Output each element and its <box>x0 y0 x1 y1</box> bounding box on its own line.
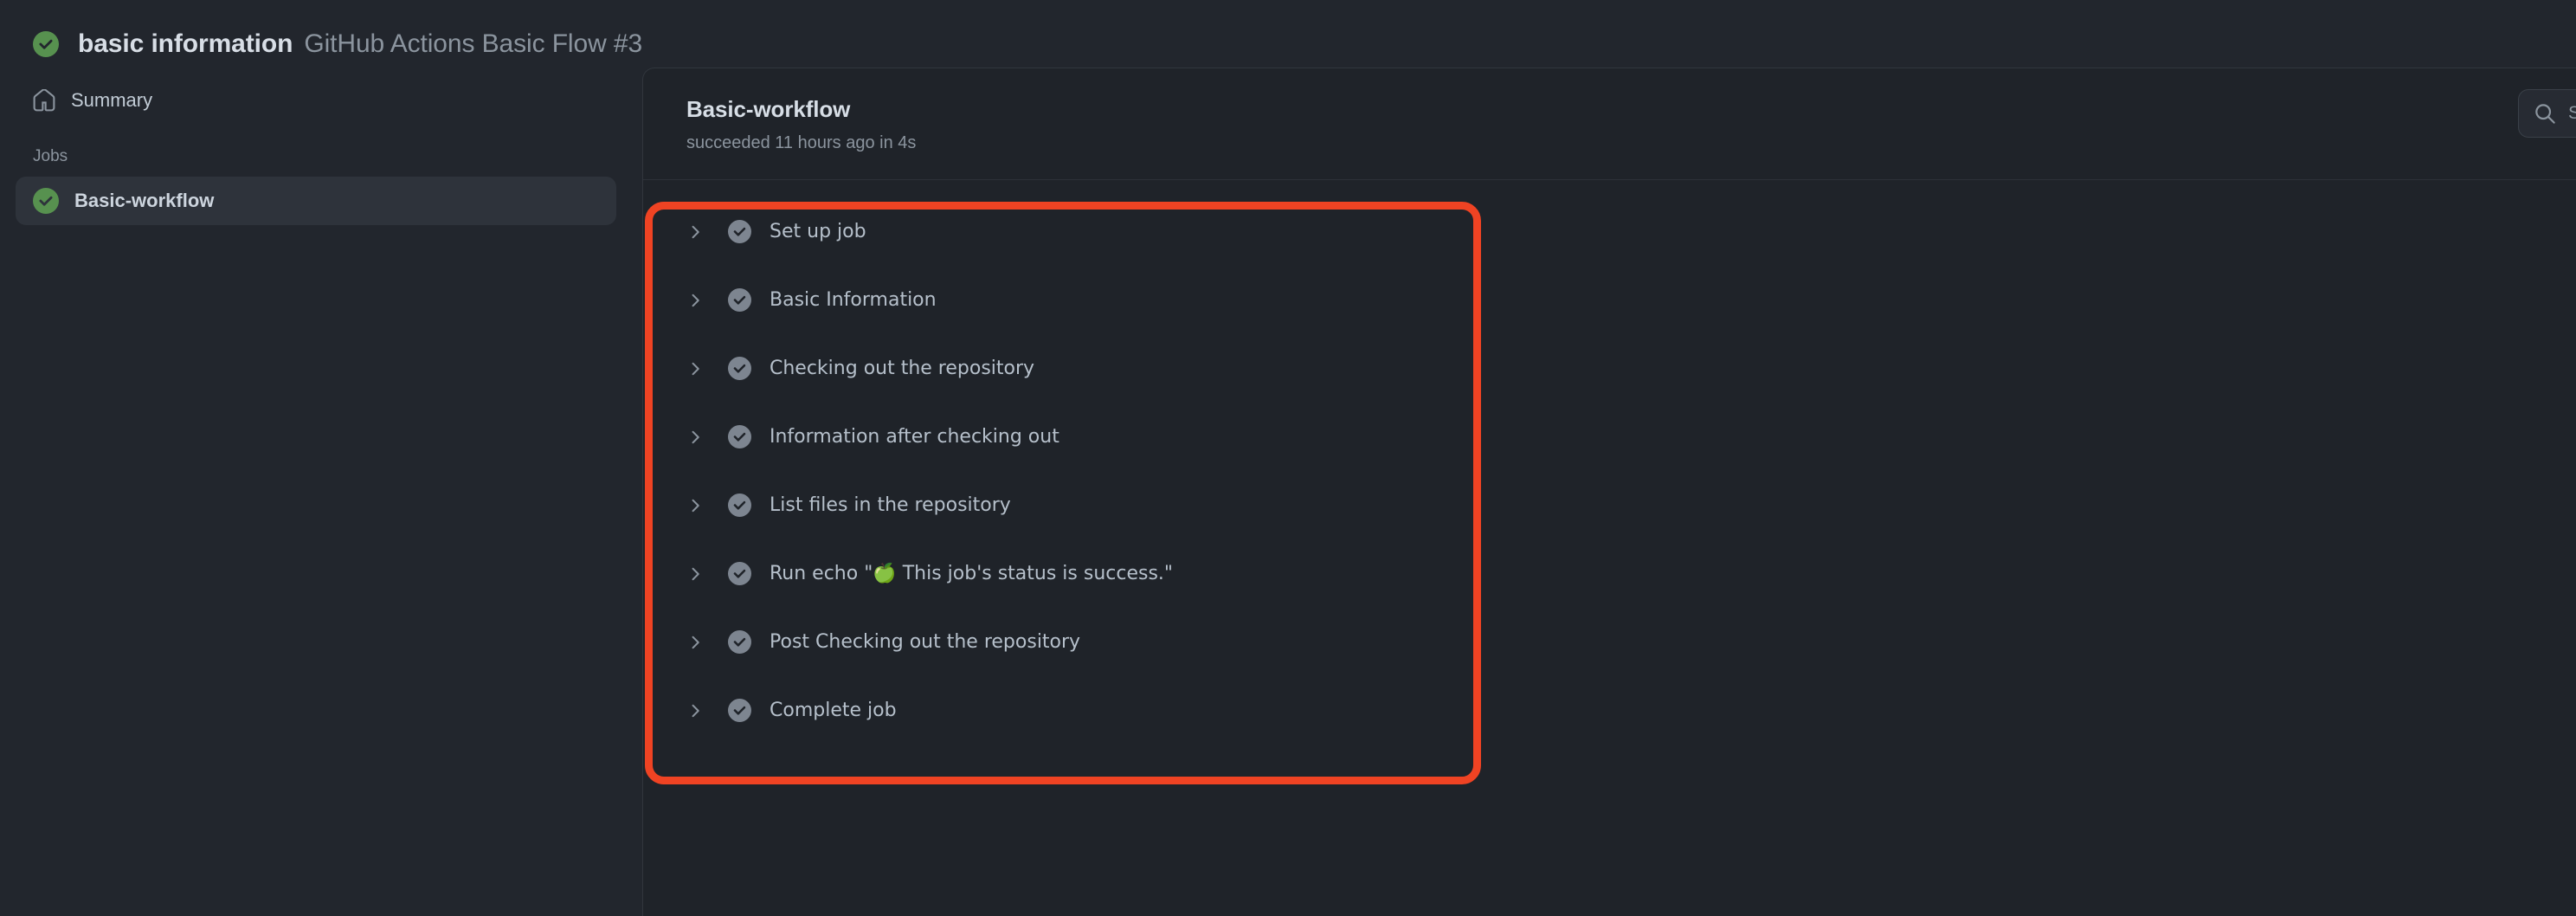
run-header: basic information GitHub Actions Basic F… <box>0 0 2576 57</box>
check-circle-gray-icon <box>728 562 751 585</box>
step-row[interactable]: Basic Information <box>643 266 2576 334</box>
check-circle-green-icon <box>33 188 59 214</box>
check-circle-gray-icon <box>728 425 751 448</box>
check-circle-gray-icon <box>728 288 751 312</box>
chevron-right-icon[interactable] <box>686 564 728 584</box>
step-label: Basic Information <box>770 289 937 311</box>
page-title: basic information <box>78 29 293 59</box>
search-icon <box>2534 103 2556 125</box>
check-circle-gray-icon <box>728 493 751 517</box>
check-circle-gray-icon <box>728 699 751 722</box>
step-row[interactable]: List files in the repository <box>643 471 2576 539</box>
chevron-right-icon[interactable] <box>686 291 728 310</box>
search-input[interactable] <box>2568 103 2576 124</box>
sidebar: Summary Jobs Basic-workflow <box>0 57 642 225</box>
step-label: Post Checking out the repository <box>770 631 1080 653</box>
check-circle-gray-icon <box>728 220 751 243</box>
step-row[interactable]: Checking out the repository <box>643 334 2576 403</box>
step-label: Complete job <box>770 700 897 721</box>
step-row[interactable]: Complete job <box>643 676 2576 745</box>
chevron-right-icon[interactable] <box>686 496 728 515</box>
sidebar-item-basic-workflow[interactable]: Basic-workflow <box>16 177 616 225</box>
step-label: Information after checking out <box>770 426 1059 448</box>
job-status-line: succeeded 11 hours ago in 4s <box>686 133 2576 153</box>
chevron-right-icon[interactable] <box>686 359 728 378</box>
home-icon <box>33 89 55 112</box>
job-log-panel: Basic-workflow succeeded 11 hours ago in… <box>642 68 2576 916</box>
step-list: Set up job Basic Information <box>643 180 2576 745</box>
sidebar-item-label: Summary <box>71 89 152 112</box>
step-row[interactable]: Information after checking out <box>643 403 2576 471</box>
chevron-right-icon[interactable] <box>686 428 728 447</box>
chevron-right-icon[interactable] <box>686 223 728 242</box>
step-row[interactable]: Post Checking out the repository <box>643 608 2576 676</box>
chevron-right-icon[interactable] <box>686 633 728 652</box>
log-search-box[interactable] <box>2518 89 2576 138</box>
step-row[interactable]: Run echo "🍏 This job's status is success… <box>643 539 2576 608</box>
step-label: List files in the repository <box>770 494 1011 516</box>
workflow-run-name: GitHub Actions Basic Flow #3 <box>304 29 642 59</box>
check-circle-gray-icon <box>728 357 751 380</box>
page-body: Summary Jobs Basic-workflow Basic-workfl… <box>0 57 2576 916</box>
sidebar-section-jobs: Jobs <box>16 125 616 177</box>
chevron-right-icon[interactable] <box>686 701 728 720</box>
run-header-titles: basic information GitHub Actions Basic F… <box>78 29 642 59</box>
sidebar-item-summary[interactable]: Summary <box>16 76 616 125</box>
check-circle-gray-icon <box>728 630 751 654</box>
step-label: Checking out the repository <box>770 358 1034 379</box>
job-name: Basic-workflow <box>686 96 2576 123</box>
step-label: Set up job <box>770 221 866 242</box>
step-row[interactable]: Set up job <box>643 197 2576 266</box>
check-circle-green-icon <box>33 31 59 57</box>
sidebar-job-label: Basic-workflow <box>74 190 214 212</box>
step-label: Run echo "🍏 This job's status is success… <box>770 563 1173 584</box>
job-log-header: Basic-workflow succeeded 11 hours ago in… <box>643 68 2576 180</box>
